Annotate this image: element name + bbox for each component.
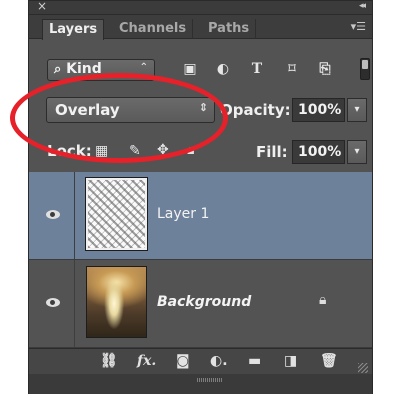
panel-menu-icon[interactable]: ▾☰ — [351, 20, 366, 33]
visibility-toggle[interactable] — [29, 260, 75, 347]
layer-name: Background — [157, 294, 252, 310]
layer-name: Layer 1 — [157, 206, 210, 222]
fx-icon[interactable]: fx. — [137, 353, 156, 369]
layer-row-layer-1[interactable]: Layer 1 — [29, 172, 372, 260]
image-filter-icon[interactable]: ▣ — [181, 60, 199, 78]
trash-icon[interactable]: 🗑︎ — [320, 353, 338, 369]
lock-all-icon[interactable]: 🔒︎ — [187, 142, 194, 158]
mask-icon[interactable]: ◙ — [176, 353, 190, 369]
lock-position-icon[interactable]: ✥ — [157, 142, 169, 158]
filter-toggle-switch[interactable] — [360, 58, 370, 80]
eye-icon — [46, 210, 60, 219]
smart-object-filter-icon[interactable]: ⎘ — [316, 60, 334, 78]
collapse-icon[interactable]: ◂◂ — [359, 1, 366, 11]
adjustment-filter-icon[interactable]: ◐ — [214, 60, 232, 78]
fill-input[interactable]: 100% — [292, 140, 345, 164]
fill-dropdown-button[interactable]: ▾ — [347, 140, 367, 164]
lock-row: Lock: ▦ ✎ ✥ 🔒︎ Fill: 100% ▾ — [29, 135, 372, 169]
panel-tab-bar: Layers Channels Paths ▾☰ — [29, 15, 372, 40]
kind-filter-dropdown[interactable]: ⌕ Kind ⌃ — [47, 59, 155, 81]
blend-row: Overlay ⇕ Opacity: 100% ▾ — [29, 93, 372, 129]
tab-paths[interactable]: Paths — [202, 19, 257, 39]
tab-channels[interactable]: Channels — [113, 19, 194, 39]
fill-label: Fill: — [256, 143, 288, 161]
blend-mode-value: Overlay — [55, 101, 120, 119]
layer-thumbnail — [86, 266, 147, 338]
new-layer-icon[interactable]: ◨ — [284, 353, 297, 369]
lock-transparent-icon[interactable]: ▦ — [95, 143, 108, 159]
opacity-dropdown-button[interactable]: ▾ — [347, 98, 367, 122]
eye-icon — [46, 298, 60, 307]
panel-title-strip: × ◂◂ — [29, 0, 372, 15]
folder-icon[interactable]: ▬ — [248, 353, 261, 369]
fx-label: fx — [137, 353, 152, 369]
chevron-down-icon: ⌃ — [139, 62, 148, 73]
close-icon[interactable]: × — [37, 0, 47, 13]
search-icon: ⌕ — [54, 62, 62, 77]
tab-layers[interactable]: Layers — [42, 19, 105, 40]
blend-mode-dropdown[interactable]: Overlay ⇕ — [46, 97, 215, 123]
lock-label: Lock: — [47, 142, 92, 160]
opacity-input[interactable]: 100% — [292, 98, 345, 122]
visibility-toggle[interactable] — [29, 172, 75, 259]
type-filter-icon[interactable]: T — [248, 60, 266, 78]
layers-bottom-toolbar: ⛓ fx. ◙ ◐. ▬ ◨ 🗑︎ — [29, 348, 372, 374]
kind-filter-label: Kind — [66, 61, 102, 77]
filter-row: ⌕ Kind ⌃ ▣ ◐ T ⌑ ⎘ — [29, 53, 372, 87]
adjustment-icon[interactable]: ◐. — [210, 353, 228, 369]
resize-grip[interactable] — [358, 363, 368, 373]
opacity-label: Opacity: — [220, 101, 291, 119]
panel-footer — [29, 374, 372, 394]
layers-list: Layer 1 Background 🔒︎ — [29, 172, 372, 348]
layer-row-background[interactable]: Background 🔒︎ — [29, 260, 372, 348]
shape-filter-icon[interactable]: ⌑ — [283, 60, 301, 78]
layer-thumbnail — [85, 177, 148, 251]
lock-icon: 🔒︎ — [319, 292, 327, 308]
layers-panel: × ◂◂ Layers Channels Paths ▾☰ ⌕ Kind ⌃ ▣… — [28, 0, 373, 394]
link-icon[interactable]: ⛓ — [100, 353, 118, 369]
updown-arrows-icon: ⇕ — [198, 101, 208, 114]
lock-image-icon[interactable]: ✎ — [129, 143, 141, 159]
panel-drag-handle[interactable] — [197, 378, 223, 382]
